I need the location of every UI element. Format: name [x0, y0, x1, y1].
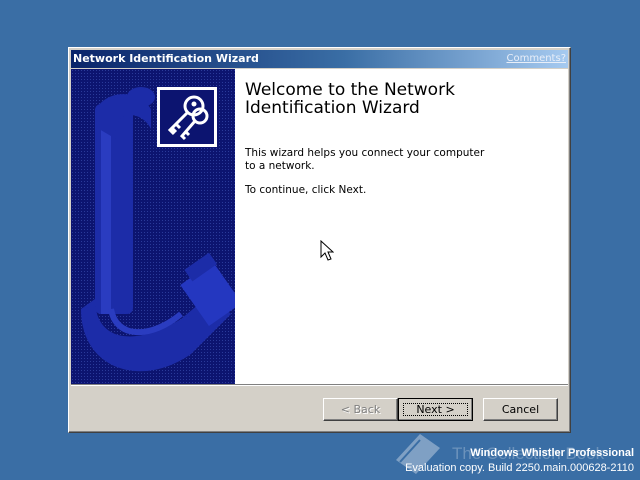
back-button-label: < Back	[340, 403, 381, 416]
window-title: Network Identification Wizard	[73, 52, 259, 65]
build-string: Evaluation copy. Build 2250.main.000628-…	[405, 462, 634, 474]
wizard-description: This wizard helps you connect your compu…	[245, 147, 485, 172]
title-bar[interactable]: Network Identification Wizard Comments?	[71, 50, 568, 68]
cancel-button[interactable]: Cancel	[483, 398, 558, 421]
mouse-pointer-icon	[320, 240, 334, 261]
product-name: Windows Whistler Professional	[470, 447, 634, 459]
focus-rect	[403, 403, 468, 416]
wizard-content: Welcome to the Network Identification Wi…	[71, 69, 568, 384]
wizard-sidebar-art	[71, 69, 235, 384]
wizard-heading: Welcome to the Network Identification Wi…	[245, 80, 455, 118]
comments-link[interactable]: Comments?	[506, 50, 566, 68]
button-divider	[71, 384, 568, 386]
os-watermark: Windows Whistler Professional Evaluation…	[405, 446, 634, 476]
wizard-main: Welcome to the Network Identification Wi…	[245, 81, 555, 208]
back-button[interactable]: < Back	[323, 398, 398, 421]
wizard-instruction: To continue, click Next.	[245, 184, 367, 196]
next-button[interactable]: Next >	[398, 398, 473, 421]
keys-icon	[167, 95, 209, 141]
keys-badge	[157, 87, 217, 147]
cancel-button-label: Cancel	[501, 403, 540, 416]
